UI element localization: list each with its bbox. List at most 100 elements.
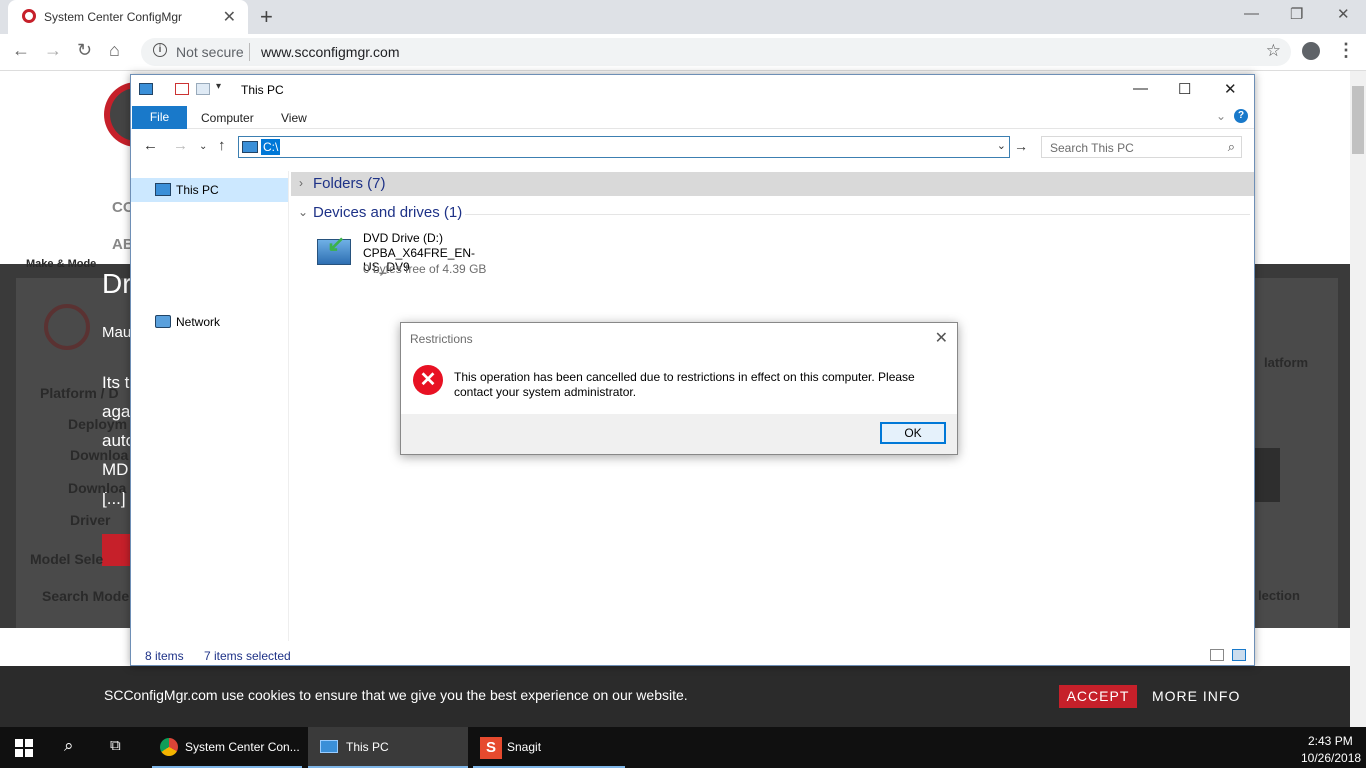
taskbar-item-label: System Center Con... [185,740,300,754]
maximize-window-button[interactable]: ☐ [1178,80,1191,98]
autoplay-arrow-icon: ↙ [327,231,346,256]
address-dropdown-chevron-icon[interactable]: ⌄ [997,139,1006,152]
explorer-titlebar[interactable]: ▾ This PC — ☐ ✕ [131,75,1254,105]
recent-locations-chevron-icon[interactable]: ⌄ [199,141,207,152]
drive-name: DVD Drive (D:) [363,231,443,245]
chevron-down-icon[interactable]: ⌄ [298,205,308,219]
group-label: Devices and drives (1) [313,204,463,221]
task-view-icon[interactable]: ⧉ [110,737,121,754]
forward-arrow-icon[interactable]: → [173,137,188,154]
address-bar[interactable]: i Not secure www.scconfigmgr.com ☆ [141,38,1291,66]
tab-computer[interactable]: Computer [201,111,254,125]
error-icon: ✕ [413,365,443,395]
taskbar-item-this-pc[interactable]: This PC [308,727,468,768]
back-arrow-icon[interactable]: ← [143,137,158,154]
nav-item-this-pc[interactable]: This PC [131,178,288,202]
taskbar-item-chrome[interactable]: System Center Con... [152,727,302,768]
search-icon[interactable]: ⌕ [64,736,74,756]
drive-item-dvd[interactable]: ↙ DVD Drive (D:) CPBA_X64FRE_EN-US_DV9 0… [315,231,515,281]
go-arrow-icon[interactable]: → [1014,138,1028,154]
search-icon[interactable]: ⌕ [1228,139,1235,155]
taskbar-item-snagit[interactable]: S Snagit [473,727,625,768]
dialog-title: Restrictions [410,332,473,346]
close-tab-icon[interactable]: ✕ [223,7,236,27]
page-dim-text: Downloa [68,480,127,496]
tab-view[interactable]: View [281,111,307,125]
taskbar-item-label: This PC [346,740,389,754]
windows-start-icon[interactable] [15,739,33,757]
page-text-fragment: Mau [102,324,132,341]
item-count: 8 items [145,649,184,663]
page-dim-text: lection [1258,588,1300,603]
taskbar-item-label: Snagit [507,740,542,754]
page-dim-text: latform [1264,355,1309,370]
snagit-icon: S [480,737,502,759]
status-bar: 8 items 7 items selected [131,647,1254,665]
page-dim-text: Deploym [68,416,128,432]
up-arrow-icon[interactable]: ↑ [218,137,226,154]
tab-file[interactable]: File [132,106,187,129]
group-devices-and-drives[interactable]: ⌄ Devices and drives (1) [291,204,1254,226]
close-icon[interactable]: ✕ [935,328,948,348]
clock-date[interactable]: 10/26/2018 [1301,751,1361,765]
explorer-search-input[interactable]: Search This PC ⌕ [1041,136,1242,158]
taskbar: ⌕ ⧉ System Center Con... This PC S Snagi… [0,727,1366,768]
page-heading-fragment: Dr [102,268,132,299]
forward-arrow-icon[interactable]: → [44,40,62,61]
chrome-icon [160,738,178,756]
explorer-title: This PC [241,83,284,97]
restrictions-dialog: Restrictions ✕ ✕ This operation has been… [400,322,958,455]
properties-icon[interactable] [175,83,189,95]
ok-button[interactable]: OK [880,422,946,444]
help-icon[interactable]: ? [1234,109,1248,123]
page-scrollbar-thumb[interactable] [1352,86,1364,154]
page-scrollbar[interactable] [1350,71,1366,727]
minimize-window-button[interactable]: — [1133,80,1148,97]
selected-count: 7 items selected [204,649,291,663]
account-icon[interactable] [1302,42,1320,60]
home-icon[interactable]: ⌂ [109,40,120,61]
back-arrow-icon[interactable]: ← [12,40,30,61]
page-dim-text: Platform / D [40,385,119,401]
site-favicon-icon [22,9,36,23]
group-folders[interactable]: › Folders (7) [291,172,1254,196]
dialog-footer: OK [401,414,957,454]
file-explorer-icon [320,740,338,753]
expand-ribbon-chevron-icon[interactable]: ⌄ [1216,109,1226,123]
ribbon-tabs: File Computer View ⌄ ? [131,105,1254,129]
details-view-icon[interactable] [1210,649,1224,661]
more-info-button[interactable]: MORE INFO [1152,688,1240,704]
group-divider [465,214,1250,215]
bookmark-star-icon[interactable]: ☆ [1266,41,1281,61]
reload-icon[interactable]: ↻ [77,40,92,61]
page-dim-text: Driver [70,512,111,528]
restore-browser-button[interactable]: ❐ [1290,5,1303,23]
menu-kebab-icon[interactable]: ⋮ [1337,40,1355,61]
page-text-fragment: MD [102,460,129,479]
nav-item-label: This PC [176,183,219,197]
new-tab-button[interactable]: + [260,4,273,30]
nav-item-network[interactable]: Network [131,310,288,334]
customize-qat-chevron-icon[interactable]: ▾ [216,81,230,93]
page-dim-text: Model Sele [30,551,104,567]
accept-cookies-button[interactable]: ACCEPT [1059,685,1137,708]
close-browser-button[interactable]: ✕ [1337,5,1350,23]
explorer-address-field[interactable]: C:\ ⌄ [238,136,1010,158]
navigation-pane: This PC Network [131,171,289,641]
clock-time[interactable]: 2:43 PM [1308,734,1353,748]
minimize-browser-button[interactable]: — [1244,5,1259,22]
address-value[interactable]: C:\ [261,139,281,155]
this-pc-icon [139,83,153,95]
security-label[interactable]: Not secure [176,44,244,60]
close-window-button[interactable]: ✕ [1224,80,1237,98]
browser-tab[interactable]: System Center ConfigMgr ✕ [8,0,248,34]
chevron-right-icon[interactable]: › [299,176,303,190]
page-red-button[interactable] [102,534,132,566]
url-text[interactable]: www.scconfigmgr.com [261,44,399,60]
info-icon[interactable]: i [153,43,167,57]
new-folder-icon[interactable] [196,83,210,95]
large-icons-view-icon[interactable] [1232,649,1246,661]
page-dim-text: Search Mode [42,588,130,604]
omnibox-divider [249,43,250,61]
cookie-banner: SCConfigMgr.com use cookies to ensure th… [0,666,1350,727]
